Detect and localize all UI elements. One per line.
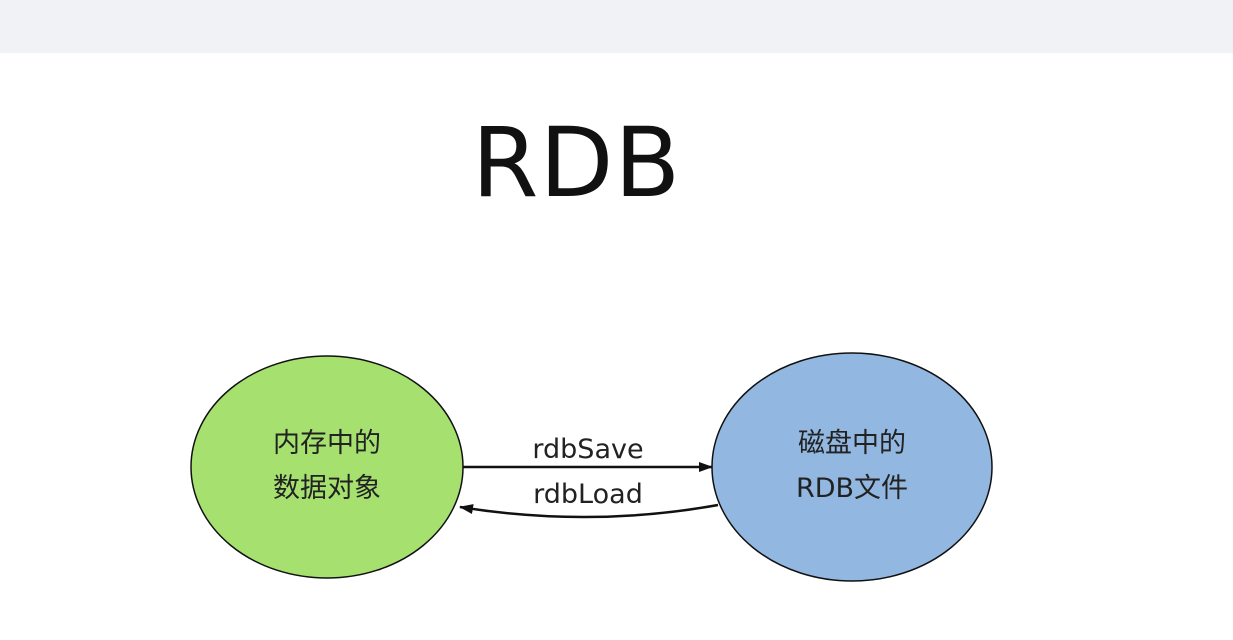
disk-node-label-line2: RDB文件: [796, 473, 908, 504]
rdb-diagram: 内存中的 数据对象 磁盘中的 RDB文件 rdbSave rdbLoad: [190, 352, 993, 582]
memory-node-label-line2: 数据对象: [273, 473, 381, 504]
rdb-save-label: rdbSave: [532, 434, 643, 465]
rdb-load-label: rdbLoad: [533, 479, 643, 510]
rdb-load-edge: rdbLoad: [459, 479, 719, 519]
memory-node-shape: [190, 355, 464, 579]
memory-data-node: 内存中的 数据对象: [190, 355, 464, 579]
disk-rdb-file-node: 磁盘中的 RDB文件: [711, 352, 993, 582]
rdb-save-edge: rdbSave: [463, 434, 713, 472]
disk-node-label-line1: 磁盘中的: [798, 428, 906, 459]
disk-node-shape: [711, 352, 993, 582]
memory-node-label-line1: 内存中的: [273, 428, 381, 459]
